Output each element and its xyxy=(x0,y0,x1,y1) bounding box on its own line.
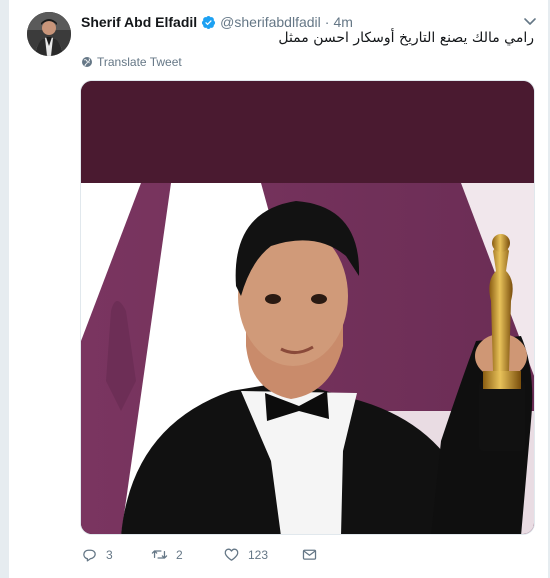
tweet-header: Sherif Abd Elfadil @sherifabdlfadil · 4m xyxy=(81,12,353,32)
timestamp[interactable]: 4m xyxy=(333,14,352,30)
tweet-text: رامي مالك يصنع التاريخ أوسكار احسن ممثل xyxy=(278,30,534,46)
globe-icon xyxy=(82,57,92,67)
tweet-actions: 3 2 123 xyxy=(81,546,318,563)
reply-count: 3 xyxy=(106,547,113,562)
retweet-count: 2 xyxy=(176,547,183,562)
author-name[interactable]: Sherif Abd Elfadil xyxy=(81,14,197,30)
reply-button[interactable]: 3 xyxy=(81,546,151,563)
retweet-icon xyxy=(151,550,168,559)
verified-badge-icon xyxy=(201,15,216,30)
retweet-button[interactable]: 2 xyxy=(151,546,223,563)
translate-tweet-link[interactable]: Translate Tweet xyxy=(81,55,182,69)
avatar-image xyxy=(27,12,71,56)
reply-icon xyxy=(83,549,96,562)
author-handle[interactable]: @sherifabdlfadil xyxy=(220,14,321,30)
envelope-icon xyxy=(302,549,317,560)
direct-message-button[interactable] xyxy=(301,546,318,563)
tweet-card[interactable]: Sherif Abd Elfadil @sherifabdlfadil · 4m… xyxy=(8,0,549,578)
like-count: 123 xyxy=(248,547,269,562)
like-button[interactable]: 123 xyxy=(223,546,301,563)
tweet-photo[interactable] xyxy=(80,80,535,535)
avatar[interactable] xyxy=(27,12,71,56)
chevron-down-icon[interactable] xyxy=(522,13,538,29)
translate-label: Translate Tweet xyxy=(97,55,182,69)
separator: · xyxy=(324,14,330,30)
photo-image xyxy=(81,81,534,534)
heart-icon xyxy=(224,548,239,561)
